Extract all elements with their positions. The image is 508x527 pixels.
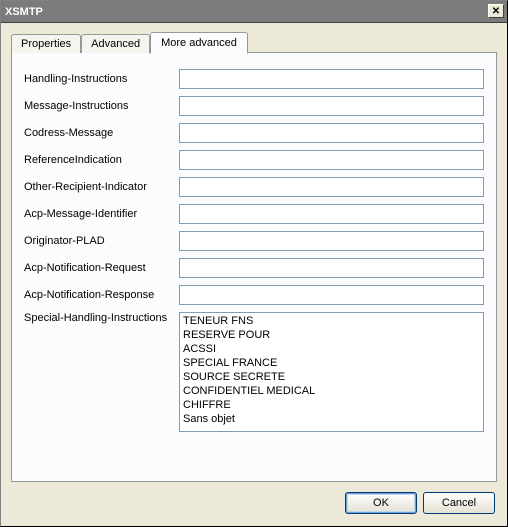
label-acp-message-identifier: Acp-Message-Identifier <box>24 208 179 220</box>
button-row: OK Cancel <box>11 482 497 516</box>
input-acp-notification-request[interactable] <box>179 258 484 278</box>
close-button[interactable]: ✕ <box>488 4 504 18</box>
list-item[interactable]: SPECIAL FRANCE <box>182 356 481 370</box>
label-acp-notification-response: Acp-Notification-Response <box>24 289 179 301</box>
label-acp-notification-request: Acp-Notification-Request <box>24 262 179 274</box>
titlebar[interactable]: XSMTP ✕ <box>1 1 507 23</box>
tab-advanced[interactable]: Advanced <box>81 34 150 53</box>
list-item[interactable]: ACSSI <box>182 342 481 356</box>
input-reference-indication[interactable] <box>179 150 484 170</box>
input-codress-message[interactable] <box>179 123 484 143</box>
list-item[interactable]: Sans objet <box>182 412 481 426</box>
cancel-button[interactable]: Cancel <box>423 492 495 514</box>
label-codress-message: Codress-Message <box>24 127 179 139</box>
label-originator-plad: Originator-PLAD <box>24 235 179 247</box>
dialog-window: XSMTP ✕ Properties Advanced More advance… <box>0 0 508 527</box>
input-handling-instructions[interactable] <box>179 69 484 89</box>
list-item[interactable]: CHIFFRE <box>182 398 481 412</box>
input-acp-message-identifier[interactable] <box>179 204 484 224</box>
label-handling-instructions: Handling-Instructions <box>24 73 179 85</box>
window-title: XSMTP <box>5 6 43 18</box>
list-item[interactable]: CONFIDENTIEL MEDICAL <box>182 384 481 398</box>
tabstrip: Properties Advanced More advanced <box>11 31 497 52</box>
input-message-instructions[interactable] <box>179 96 484 116</box>
input-originator-plad[interactable] <box>179 231 484 251</box>
tab-properties[interactable]: Properties <box>11 34 81 53</box>
input-acp-notification-response[interactable] <box>179 285 484 305</box>
list-item[interactable]: RESERVE POUR <box>182 328 481 342</box>
label-special-handling-instructions: Special-Handling-Instructions <box>24 312 179 324</box>
close-icon: ✕ <box>492 6 500 17</box>
ok-button[interactable]: OK <box>345 492 417 514</box>
content-area: Properties Advanced More advanced Handli… <box>1 23 507 526</box>
tab-more-advanced[interactable]: More advanced <box>150 32 248 54</box>
listbox-special-handling-instructions[interactable]: TENEUR FNSRESERVE POURACSSISPECIAL FRANC… <box>179 312 484 432</box>
list-item[interactable]: SOURCE SECRETE <box>182 370 481 384</box>
list-item[interactable]: TENEUR FNS <box>182 314 481 328</box>
label-reference-indication: ReferenceIndication <box>24 154 179 166</box>
tab-panel-more-advanced: Handling-Instructions Message-Instructio… <box>11 52 497 482</box>
label-other-recipient-indicator: Other-Recipient-Indicator <box>24 181 179 193</box>
label-message-instructions: Message-Instructions <box>24 100 179 112</box>
input-other-recipient-indicator[interactable] <box>179 177 484 197</box>
